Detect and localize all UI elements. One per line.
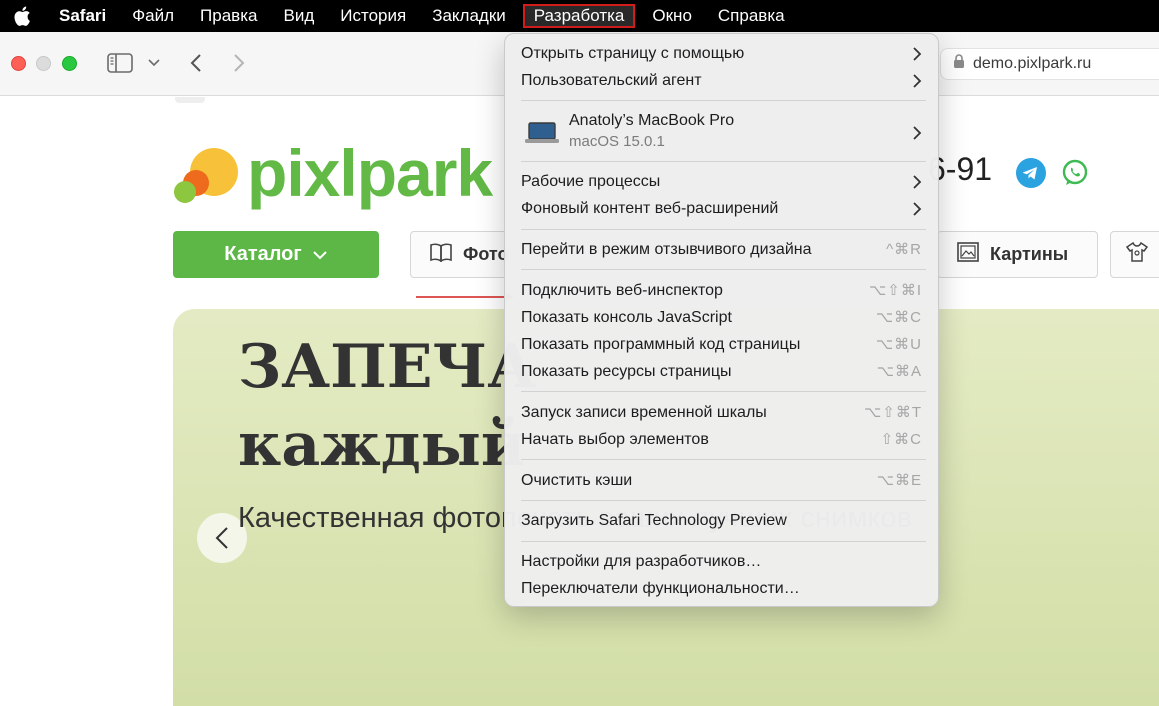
menu-file[interactable]: Файл	[119, 0, 187, 32]
catalog-label: Каталог	[224, 243, 302, 265]
chevron-right-icon	[913, 202, 922, 216]
menu-item-user-agent[interactable]: Пользовательский агент	[521, 70, 922, 92]
address-bar[interactable]: demo.pixlpark.ru	[940, 48, 1159, 80]
chevron-down-icon[interactable]	[147, 56, 161, 70]
menu-item-empty-caches[interactable]: Очистить кэши ⌥⌘E	[521, 470, 922, 492]
menu-separator	[521, 229, 926, 230]
back-icon[interactable]	[186, 52, 206, 74]
menu-item-label: Переключатели функциональности…	[521, 580, 800, 597]
menu-separator	[521, 161, 926, 162]
menu-item-label: Начать выбор элементов	[521, 431, 709, 448]
menu-bar: Safari Файл Правка Вид История Закладки …	[0, 0, 1159, 32]
menu-item-page-resources[interactable]: Показать ресурсы страницы ⌥⌘A	[521, 361, 922, 383]
menu-item-responsive-design[interactable]: Перейти в режим отзывчивого дизайна ^⌘R	[521, 239, 922, 261]
nav-pictures-button[interactable]: Картины	[937, 231, 1098, 278]
menu-item-element-selection[interactable]: Начать выбор элементов ⇧⌘C	[521, 429, 922, 451]
menu-item-label: Перейти в режим отзывчивого дизайна	[521, 241, 812, 258]
shortcut-label: ⌥⌘C	[875, 309, 922, 326]
apple-icon[interactable]	[12, 6, 32, 26]
sidebar-toggle-icon[interactable]	[107, 52, 133, 74]
menu-separator	[521, 100, 926, 101]
shortcut-label: ⌥⇧⌘T	[863, 404, 922, 421]
develop-menu: Открыть страницу с помощью Пользовательс…	[504, 33, 939, 607]
chevron-right-icon	[913, 74, 922, 88]
hero-title-line-1: ЗАПЕЧА	[238, 332, 537, 402]
menu-item-timeline-recording[interactable]: Запуск записи временной шкалы ⌥⇧⌘T	[521, 402, 922, 424]
hero-title-line-2: каждый	[238, 410, 526, 480]
menu-item-page-source[interactable]: Показать программный код страницы ⌥⌘U	[521, 334, 922, 356]
lock-icon	[953, 54, 965, 74]
pixlpark-logo-icon	[172, 145, 242, 207]
chevron-right-icon	[913, 47, 922, 61]
menu-item-open-with[interactable]: Открыть страницу с помощью	[521, 43, 922, 65]
shortcut-label: ⇧⌘C	[880, 431, 922, 448]
forward-icon[interactable]	[229, 52, 249, 74]
menu-window[interactable]: Окно	[639, 0, 705, 32]
chevron-right-icon	[913, 175, 922, 189]
zoom-window-button[interactable]	[62, 56, 77, 71]
menu-item-label: Запуск записи временной шкалы	[521, 404, 767, 421]
address-text: demo.pixlpark.ru	[973, 55, 1092, 72]
menu-item-device[interactable]: Anatoly’s MacBook Pro macOS 15.0.1	[521, 112, 922, 154]
menu-item-workflows[interactable]: Рабочие процессы	[521, 171, 922, 193]
menu-item-label: Показать ресурсы страницы	[521, 363, 732, 380]
laptop-icon	[525, 122, 559, 143]
menu-item-label: Загрузить Safari Technology Preview	[521, 512, 787, 529]
close-window-button[interactable]	[11, 56, 26, 71]
menu-item-feature-flags[interactable]: Переключатели функциональности…	[521, 578, 922, 600]
menu-separator	[521, 459, 926, 460]
chevron-left-icon	[215, 527, 228, 549]
picture-frame-icon	[956, 241, 980, 268]
shortcut-label: ⌥⌘U	[875, 336, 922, 353]
shortcut-label: ⌥⌘E	[876, 472, 922, 489]
menu-item-label: Подключить веб-инспектор	[521, 282, 723, 299]
menu-item-label: Настройки для разработчиков…	[521, 553, 762, 570]
device-name: Anatoly’s MacBook Pro	[569, 112, 735, 129]
menu-separator	[521, 391, 926, 392]
menu-item-extension-bg-content[interactable]: Фоновый контент веб-расширений	[521, 198, 922, 220]
menu-separator	[521, 269, 926, 270]
menu-develop[interactable]: Разработка	[522, 4, 636, 28]
menu-edit[interactable]: Правка	[187, 0, 270, 32]
menu-item-developer-settings[interactable]: Настройки для разработчиков…	[521, 551, 922, 573]
shortcut-label: ⌥⇧⌘I	[868, 282, 922, 299]
menu-safari[interactable]: Safari	[46, 0, 119, 32]
menu-view[interactable]: Вид	[270, 0, 327, 32]
menu-item-label: Рабочие процессы	[521, 173, 661, 190]
menu-item-connect-inspector[interactable]: Подключить веб-инспектор ⌥⇧⌘I	[521, 280, 922, 302]
nav-pictures-label: Картины	[990, 244, 1069, 264]
menu-separator	[521, 500, 926, 501]
device-os: macOS 15.0.1	[569, 133, 665, 150]
telegram-icon[interactable]	[1016, 158, 1046, 188]
menu-item-label: Показать программный код страницы	[521, 336, 801, 353]
shortcut-label: ^⌘R	[886, 241, 922, 258]
menu-item-safari-tech-preview[interactable]: Загрузить Safari Technology Preview	[521, 510, 922, 532]
chevron-down-icon	[312, 243, 328, 266]
menu-item-label: Пользовательский агент	[521, 72, 702, 89]
menu-item-label: Показать консоль JavaScript	[521, 309, 732, 326]
nav-tshirt-button[interactable]	[1110, 231, 1159, 278]
menu-item-label: Открыть страницу с помощью	[521, 45, 745, 62]
tab-stub	[175, 97, 205, 103]
menu-history[interactable]: История	[327, 0, 419, 32]
chevron-right-icon	[913, 126, 922, 140]
menu-item-label: Очистить кэши	[521, 472, 633, 489]
minimize-window-button[interactable]	[36, 56, 51, 71]
menu-separator	[521, 541, 926, 542]
tshirt-icon	[1125, 241, 1149, 268]
menu-help[interactable]: Справка	[705, 0, 798, 32]
whatsapp-icon[interactable]	[1060, 158, 1090, 188]
catalog-button[interactable]: Каталог	[173, 231, 379, 278]
shortcut-label: ⌥⌘A	[876, 363, 922, 380]
nav-photo-label: Фото	[463, 244, 509, 264]
logo-text: pixlpark	[247, 136, 493, 210]
menu-item-label: Фоновый контент веб-расширений	[521, 200, 779, 217]
menu-bookmarks[interactable]: Закладки	[419, 0, 519, 32]
book-icon	[429, 242, 453, 267]
menu-item-js-console[interactable]: Показать консоль JavaScript ⌥⌘C	[521, 307, 922, 329]
annotation-arrow-icon	[416, 288, 514, 301]
